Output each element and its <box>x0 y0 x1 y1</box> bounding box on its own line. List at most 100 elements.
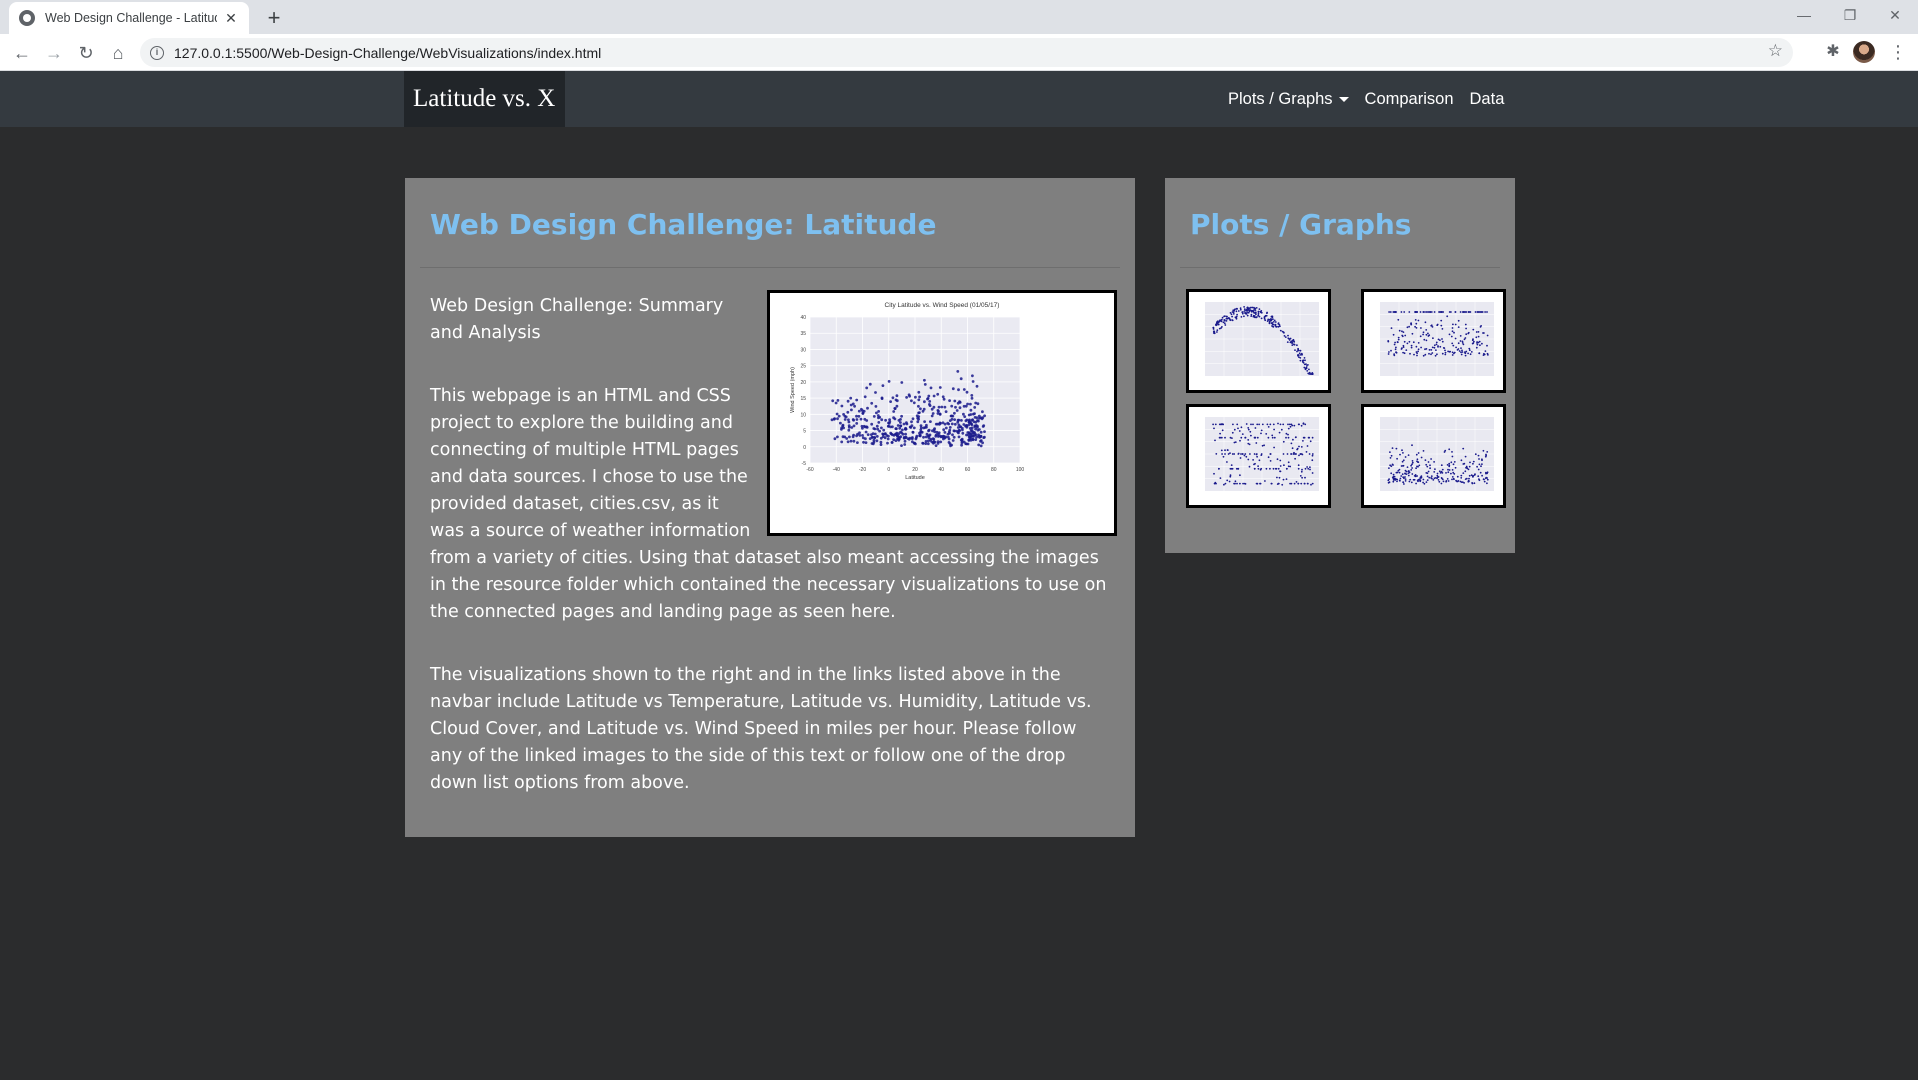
thumb-point <box>1393 354 1396 357</box>
thumb-point <box>1249 430 1252 433</box>
profile-avatar[interactable] <box>1853 41 1875 63</box>
scatter-point <box>856 441 859 444</box>
thumb-point <box>1451 354 1454 356</box>
y-tick-label: 30 <box>800 347 806 353</box>
thumb-point <box>1477 454 1480 457</box>
scatter-point <box>983 435 986 439</box>
scatter-point <box>836 435 839 439</box>
thumb-point <box>1285 478 1288 480</box>
thumb-point <box>1266 311 1268 314</box>
thumb-point <box>1407 454 1410 456</box>
thumb-point <box>1411 467 1413 469</box>
thumb-point <box>1256 423 1259 426</box>
thumb-point <box>1389 451 1391 453</box>
thumb-point <box>1306 370 1309 372</box>
thumb-point <box>1468 347 1471 350</box>
new-tab-button[interactable]: + <box>260 4 288 32</box>
thumb-point <box>1410 344 1413 347</box>
thumb-point <box>1465 333 1468 336</box>
reload-icon[interactable]: ↻ <box>72 39 100 67</box>
close-icon[interactable]: ✕ <box>223 10 239 27</box>
forward-icon[interactable]: → <box>40 39 68 67</box>
thumb-point <box>1406 342 1409 345</box>
thumb-point <box>1311 436 1314 439</box>
thumb-point <box>1247 439 1250 441</box>
thumb-point <box>1444 351 1447 354</box>
scatter-point <box>934 444 938 447</box>
thumb-point <box>1475 336 1478 339</box>
thumb-point <box>1430 324 1433 327</box>
thumb-point <box>1300 470 1303 473</box>
thumbnail-temperature[interactable] <box>1186 289 1331 393</box>
thumb-point <box>1297 467 1300 470</box>
thumb-point <box>1250 315 1253 317</box>
bookmark-star-icon[interactable]: ☆ <box>1768 41 1783 61</box>
thumb-point <box>1484 477 1487 480</box>
minimize-icon[interactable]: — <box>1781 0 1827 30</box>
back-icon[interactable]: ← <box>8 39 36 67</box>
menu-kebab-icon[interactable]: ⋮ <box>1885 39 1911 65</box>
thumb-point <box>1436 477 1438 480</box>
nav-comparison[interactable]: Comparison <box>1365 90 1454 109</box>
nav-data[interactable]: Data <box>1470 90 1505 109</box>
thumb-point <box>1289 337 1292 340</box>
scatter-point <box>887 424 891 428</box>
thumb-point <box>1435 343 1438 346</box>
thumb-point <box>1419 477 1422 479</box>
scatter-point <box>928 400 932 403</box>
thumb-point <box>1233 428 1236 431</box>
window-close-icon[interactable]: ✕ <box>1872 0 1918 30</box>
navbar-brand[interactable]: Latitude vs. X <box>404 71 565 127</box>
thumb-point <box>1467 468 1470 471</box>
restore-icon[interactable]: ❐ <box>1827 0 1873 30</box>
scatter-point <box>847 424 851 427</box>
thumb-point <box>1300 424 1303 427</box>
scatter-point <box>841 435 845 439</box>
thumb-point <box>1224 436 1226 439</box>
y-tick-label: 35 <box>800 331 806 337</box>
thumb-point <box>1411 444 1413 447</box>
wind-speed-chart-link[interactable]: City Latitude vs. Wind Speed (01/05/17) -… <box>767 290 1117 536</box>
nav-plots-dropdown[interactable]: Plots / Graphs <box>1228 90 1349 109</box>
scatter-point <box>851 435 855 439</box>
thumb-point <box>1269 467 1271 470</box>
home-icon[interactable]: ⌂ <box>104 39 132 67</box>
thumb-point <box>1469 353 1472 356</box>
scatter-point <box>941 395 945 399</box>
thumb-point <box>1403 352 1406 355</box>
scatter-point <box>879 440 883 444</box>
thumb-point <box>1431 477 1433 480</box>
scatter-point <box>872 415 876 418</box>
thumbnail-humidity[interactable] <box>1361 289 1506 393</box>
thumb-point <box>1451 451 1453 453</box>
address-bar[interactable]: i 127.0.0.1:5500/Web-Design-Challenge/We… <box>140 38 1793 67</box>
browser-tab[interactable]: Web Design Challenge - Latitude ✕ <box>9 2 249 34</box>
scatter-point <box>849 396 853 400</box>
thumbnail-cloudiness[interactable] <box>1186 404 1331 508</box>
thumb-point <box>1429 464 1431 467</box>
scatter-point <box>860 424 864 428</box>
scatter-point <box>866 433 870 436</box>
scatter-point <box>931 429 934 433</box>
info-icon[interactable]: i <box>150 45 164 60</box>
thumb-point <box>1269 460 1272 462</box>
thumb-point <box>1233 482 1235 485</box>
scatter-point <box>881 435 885 438</box>
scatter-point <box>943 405 947 409</box>
thumb-point <box>1458 350 1461 352</box>
scatter-point <box>956 370 960 373</box>
thumb-point <box>1477 341 1480 344</box>
scatter-point <box>861 411 865 415</box>
thumb-point <box>1304 359 1306 362</box>
y-tick-label: 10 <box>800 412 806 418</box>
thumbnail-wind-speed[interactable] <box>1361 404 1506 508</box>
thumb-point <box>1456 349 1459 351</box>
scatter-point <box>846 410 850 414</box>
extensions-icon[interactable]: ✱ <box>1820 39 1846 65</box>
scatter-point <box>855 434 858 438</box>
thumb-point <box>1422 478 1425 481</box>
scatter-point <box>926 397 930 400</box>
thumb-point <box>1471 482 1473 484</box>
thumb-point <box>1222 455 1225 458</box>
scatter-point <box>866 406 869 410</box>
